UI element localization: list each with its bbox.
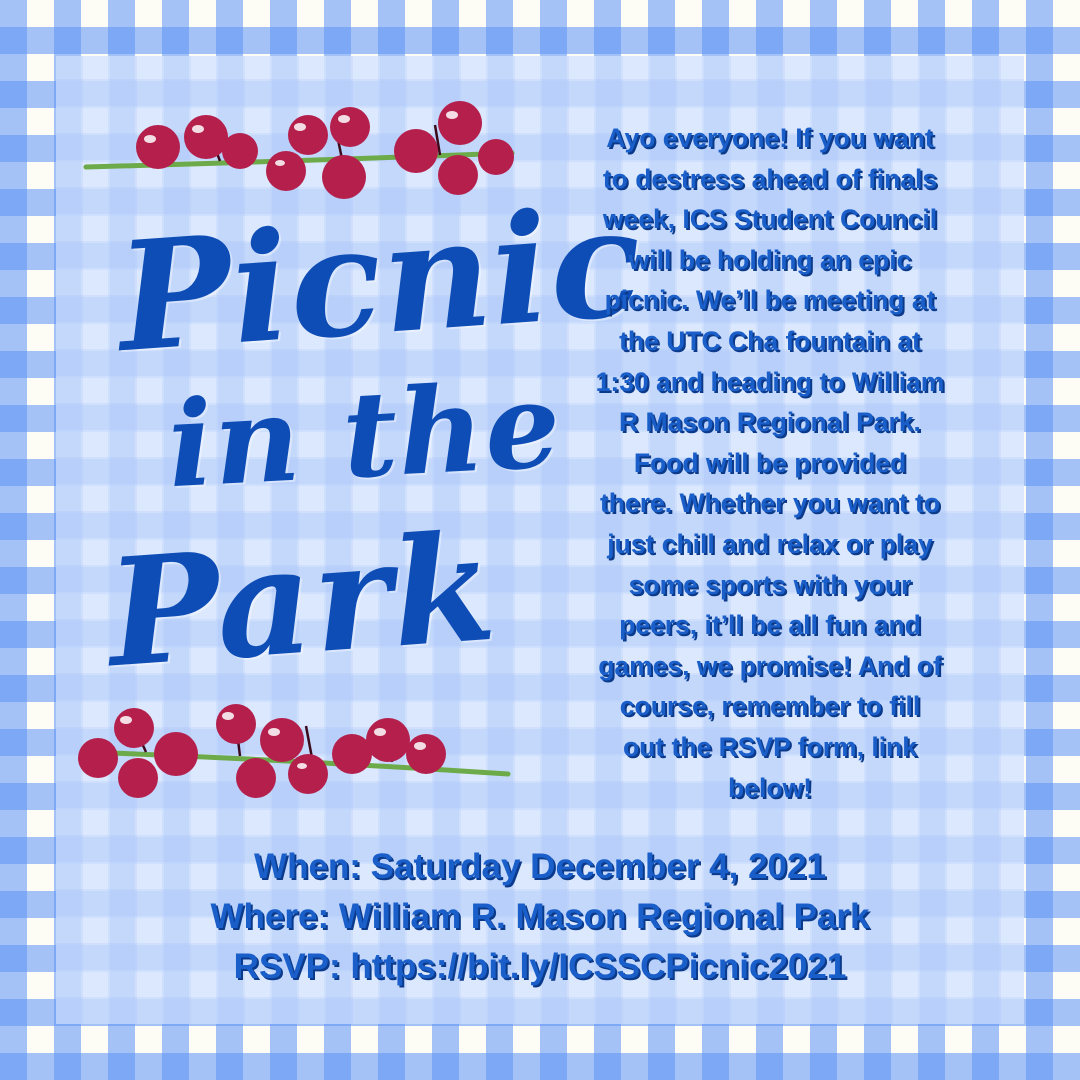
description-line: out the RSVP form, link <box>623 731 917 762</box>
description-line: some sports with your <box>628 569 912 600</box>
description-line: 1:30 and heading to William <box>595 366 945 397</box>
description-line: to destress ahead of finals <box>602 163 938 194</box>
description-line: picnic. We’ll be meeting at <box>604 285 936 316</box>
event-description: Ayo everyone! If you want to destress ah… <box>535 118 1005 808</box>
title-line-park: Park <box>102 499 502 701</box>
description-line: just chill and relax or play <box>607 528 933 559</box>
description-line: the UTC Cha fountain at <box>619 325 921 356</box>
berry-branch-bottom-icon <box>78 704 511 798</box>
description-line: Food will be provided <box>633 447 907 478</box>
description-line: week, ICS Student Council <box>602 204 938 235</box>
description-line: there. Whether you want to <box>599 488 941 519</box>
description-line: games, we promise! And of <box>598 650 942 681</box>
description-line: below! <box>728 772 812 803</box>
description-line: course, remember to fill <box>619 691 921 722</box>
description-line: peers, it’ll be all fun and <box>619 610 921 641</box>
event-rsvp-link[interactable]: RSVP: https://bit.ly/ICSSCPicnic2021 <box>60 942 1020 992</box>
description-line: Ayo everyone! If you want <box>606 123 934 153</box>
event-where: Where: William R. Mason Regional Park <box>210 897 870 936</box>
event-when: When: Saturday December 4, 2021 <box>254 847 826 886</box>
title-line-in-the: in the <box>164 354 565 515</box>
event-details: When: Saturday December 4, 2021 Where: W… <box>60 842 1020 992</box>
description-line: will be holding an epic <box>628 244 912 275</box>
description-line: R Mason Regional Park. <box>619 407 921 438</box>
